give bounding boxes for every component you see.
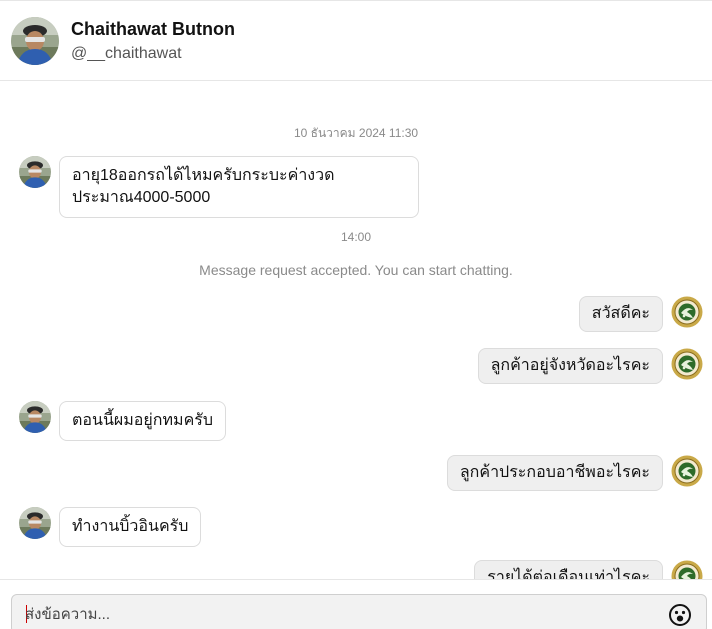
contact-handle[interactable]: @__chaithawat	[71, 45, 182, 63]
outgoing-message[interactable]: ลูกค้าอยู่จังหวัดอะไรคะ	[477, 348, 663, 384]
sender-avatar[interactable]	[19, 156, 51, 188]
message-composer	[0, 579, 712, 629]
contact-name[interactable]: Chaithawat Butnon	[71, 19, 235, 40]
timestamp: 10 ธันวาคม 2024 11:30	[293, 126, 419, 140]
outgoing-message[interactable]: รายได้ต่อเดือนเท่าไรคะ	[474, 560, 663, 579]
system-note: Message request accepted. You can start …	[199, 262, 513, 278]
timestamp: 14:00	[340, 230, 372, 244]
outgoing-message[interactable]: ลูกค้าประกอบอาชีพอะไรคะ	[446, 455, 663, 491]
sender-avatar[interactable]	[19, 401, 51, 433]
message-input[interactable]	[25, 603, 645, 625]
seal-logo	[671, 348, 703, 380]
seal-logo	[671, 455, 703, 487]
smiley-icon[interactable]	[668, 603, 692, 627]
sender-avatar[interactable]	[19, 507, 51, 539]
chat-header: Chaithawat Butnon @__chaithawat	[0, 0, 712, 81]
incoming-message[interactable]: ทำงานบิ้วอินครับ	[59, 507, 202, 547]
seal-logo	[671, 296, 703, 328]
outgoing-message[interactable]: สวัสดีคะ	[578, 296, 663, 332]
contact-avatar[interactable]	[11, 17, 59, 65]
message-thread[interactable]: 10 ธันวาคม 2024 11:30 อายุ18ออกรถได้ไหมค…	[0, 81, 712, 579]
incoming-message[interactable]: อายุ18ออกรถได้ไหมครับกระบะค่างวด ประมาณ4…	[59, 156, 419, 218]
message-input-box[interactable]	[11, 594, 707, 629]
seal-logo	[671, 560, 703, 579]
incoming-message[interactable]: ตอนนี้ผมอยู่กทมครับ	[59, 401, 227, 441]
